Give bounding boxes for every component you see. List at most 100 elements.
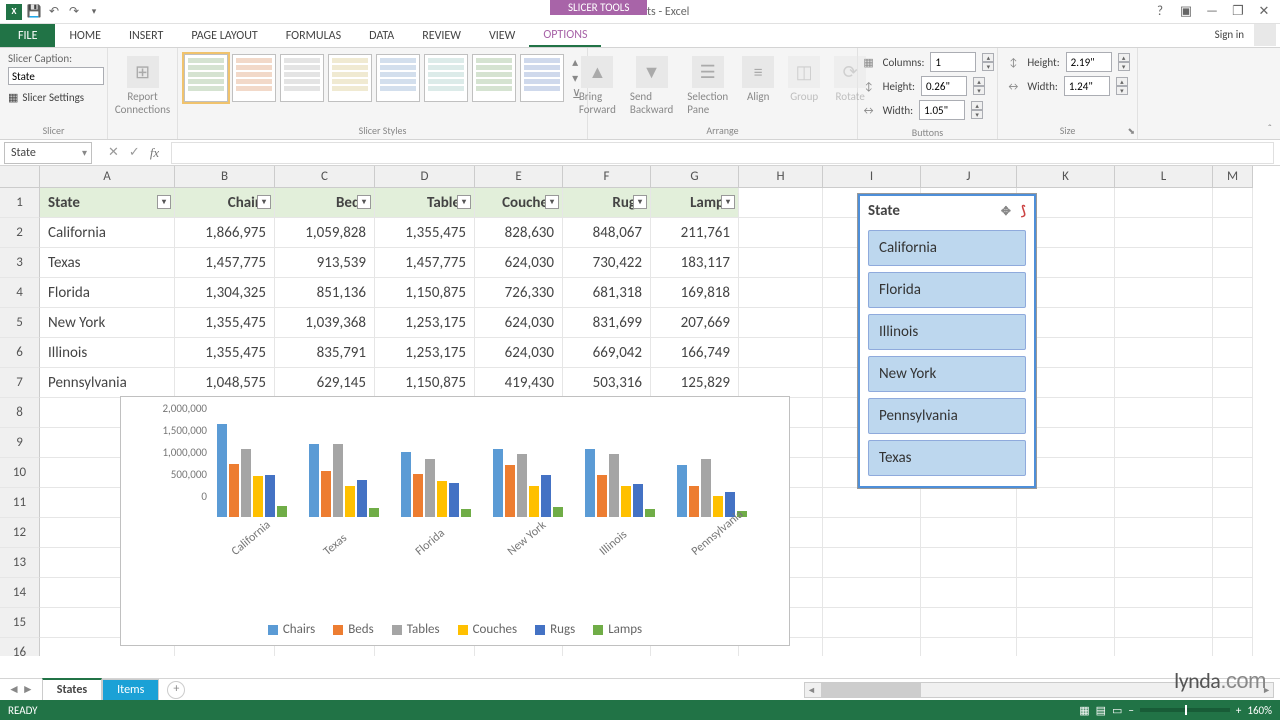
slicer-settings-button[interactable]: ▦ Slicer Settings — [8, 91, 99, 104]
cancel-formula-icon[interactable]: ✕ — [108, 145, 119, 161]
cell[interactable]: 730,422 — [563, 248, 651, 278]
select-all-corner[interactable] — [0, 166, 40, 188]
cell[interactable]: 1,457,775 — [375, 248, 475, 278]
cell[interactable] — [921, 608, 1017, 638]
slicer-item[interactable]: Texas — [868, 440, 1026, 476]
slicer-item[interactable]: Pennsylvania — [868, 398, 1026, 434]
cell[interactable] — [1213, 308, 1253, 338]
btn-height-input[interactable] — [921, 76, 967, 96]
send-backward-button[interactable]: ▼Send Backward — [624, 52, 679, 120]
cell[interactable] — [921, 638, 1017, 656]
worksheet-grid[interactable]: ABCDEFGHIJKLM 12345678910111213141516 St… — [0, 166, 1280, 656]
row-header[interactable]: 3 — [0, 248, 40, 278]
cell[interactable]: 1,150,875 — [375, 278, 475, 308]
cell[interactable] — [921, 518, 1017, 548]
selection-pane-button[interactable]: ☰Selection Pane — [681, 52, 734, 120]
style-swatch[interactable] — [232, 54, 276, 102]
tab-home[interactable]: HOME — [55, 24, 115, 47]
view-page-break-icon[interactable]: ▭ — [1112, 704, 1122, 717]
cell[interactable]: 835,791 — [275, 338, 375, 368]
cell[interactable]: 207,669 — [651, 308, 739, 338]
column-header[interactable]: L — [1115, 166, 1213, 188]
cell[interactable] — [1115, 638, 1213, 656]
row-header[interactable]: 13 — [0, 548, 40, 578]
cell[interactable]: 1,059,828 — [275, 218, 375, 248]
column-header[interactable]: H — [739, 166, 823, 188]
slicer-item[interactable]: Illinois — [868, 314, 1026, 350]
close-icon[interactable]: ✕ — [1252, 3, 1276, 21]
cell[interactable]: 1,039,368 — [275, 308, 375, 338]
row-header[interactable]: 1 — [0, 188, 40, 218]
row-header[interactable]: 14 — [0, 578, 40, 608]
cell[interactable] — [1115, 188, 1213, 218]
cell[interactable]: 1,048,575 — [175, 368, 275, 398]
cell[interactable] — [1017, 608, 1115, 638]
spinner[interactable]: ▴▾ — [971, 101, 983, 119]
cell[interactable] — [1115, 218, 1213, 248]
cell[interactable]: 1,150,875 — [375, 368, 475, 398]
cell[interactable] — [823, 548, 921, 578]
cell[interactable] — [739, 308, 823, 338]
zoom-in-icon[interactable]: + — [1236, 704, 1241, 717]
cell[interactable] — [1213, 218, 1253, 248]
clear-filter-icon[interactable]: ⟆ — [1021, 204, 1026, 219]
filter-dropdown-icon[interactable]: ▾ — [357, 195, 371, 209]
cell[interactable]: Illinois — [40, 338, 175, 368]
filter-dropdown-icon[interactable]: ▾ — [457, 195, 471, 209]
tab-data[interactable]: DATA — [355, 24, 408, 47]
style-swatch[interactable] — [280, 54, 324, 102]
cell[interactable] — [1115, 248, 1213, 278]
cell[interactable] — [739, 218, 823, 248]
cell[interactable]: 1,253,175 — [375, 338, 475, 368]
filter-dropdown-icon[interactable]: ▾ — [257, 195, 271, 209]
column-header[interactable]: I — [823, 166, 921, 188]
columns-input[interactable] — [930, 52, 976, 72]
cell[interactable] — [1115, 338, 1213, 368]
row-header[interactable]: 12 — [0, 518, 40, 548]
tab-insert[interactable]: INSERT — [115, 24, 177, 47]
cell[interactable] — [1115, 428, 1213, 458]
cell[interactable]: 828,630 — [475, 218, 563, 248]
cell[interactable]: Texas — [40, 248, 175, 278]
cell[interactable]: 1,355,475 — [175, 308, 275, 338]
cell[interactable] — [1115, 278, 1213, 308]
cell[interactable] — [1115, 398, 1213, 428]
bring-forward-button[interactable]: ▲Bring Forward — [573, 52, 622, 120]
row-header[interactable]: 11 — [0, 488, 40, 518]
cell[interactable]: Pennsylvania — [40, 368, 175, 398]
cell[interactable] — [1115, 518, 1213, 548]
column-header[interactable]: F — [563, 166, 651, 188]
cell[interactable] — [921, 548, 1017, 578]
cell[interactable] — [921, 578, 1017, 608]
filter-dropdown-icon[interactable]: ▾ — [721, 195, 735, 209]
cell[interactable] — [1213, 188, 1253, 218]
cell[interactable] — [1213, 458, 1253, 488]
zoom-level[interactable]: 160% — [1247, 704, 1272, 717]
cell[interactable] — [921, 488, 1017, 518]
sheet-tab-states[interactable]: States — [42, 678, 102, 700]
column-header[interactable]: B — [175, 166, 275, 188]
style-swatch[interactable] — [184, 54, 228, 102]
cell[interactable] — [739, 248, 823, 278]
spinner[interactable]: ▴▾ — [973, 77, 985, 95]
cell[interactable] — [1017, 638, 1115, 656]
cell[interactable] — [823, 608, 921, 638]
enter-formula-icon[interactable]: ✓ — [129, 145, 140, 161]
cell[interactable] — [1017, 518, 1115, 548]
slicer-state[interactable]: State ✥ ⟆ CaliforniaFloridaIllinoisNew Y… — [858, 194, 1036, 488]
row-header[interactable]: 5 — [0, 308, 40, 338]
cell[interactable]: 125,829 — [651, 368, 739, 398]
cell[interactable]: 503,316 — [563, 368, 651, 398]
column-header[interactable]: D — [375, 166, 475, 188]
cell[interactable] — [1213, 398, 1253, 428]
cell[interactable] — [739, 368, 823, 398]
cell[interactable]: 419,430 — [475, 368, 563, 398]
cell[interactable] — [1115, 458, 1213, 488]
tab-review[interactable]: REVIEW — [408, 24, 475, 47]
slicer-item[interactable]: New York — [868, 356, 1026, 392]
cell[interactable] — [1017, 578, 1115, 608]
cell[interactable] — [823, 638, 921, 656]
view-page-layout-icon[interactable]: ▤ — [1096, 704, 1106, 717]
column-header[interactable]: C — [275, 166, 375, 188]
cell[interactable]: 848,067 — [563, 218, 651, 248]
